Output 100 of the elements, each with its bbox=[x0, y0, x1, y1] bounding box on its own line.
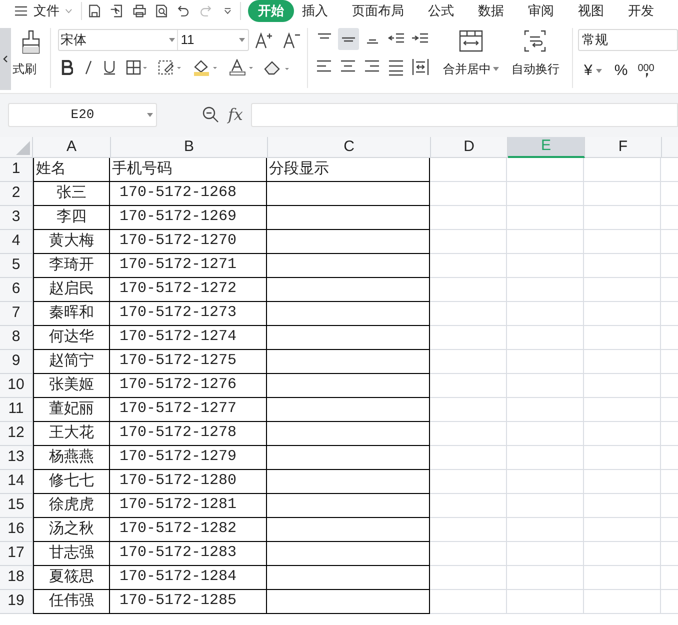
currency-button[interactable]: ¥ bbox=[584, 60, 592, 82]
wrap-text-button[interactable]: 自动换行 bbox=[511, 60, 560, 78]
function-button[interactable]: fx bbox=[228, 102, 243, 126]
caret-icon[interactable] bbox=[147, 112, 153, 116]
table-cell: 170-5172-1277 bbox=[110, 398, 267, 422]
italic-icon[interactable] bbox=[82, 60, 93, 75]
table-cell: 170-5172-1268 bbox=[110, 182, 267, 206]
table-cell: 任伟强 bbox=[33, 590, 110, 614]
table-cell: 170-5172-1271 bbox=[110, 254, 267, 278]
chevron-down-icon[interactable] bbox=[65, 8, 73, 14]
table-cell: 赵启民 bbox=[33, 278, 110, 302]
ribbon-tab[interactable]: 公式 bbox=[428, 1, 454, 21]
merge-center-button[interactable]: 合并居中 bbox=[443, 60, 500, 78]
cell-style-icon[interactable] bbox=[158, 60, 182, 75]
row-header[interactable]: 2 bbox=[0, 182, 33, 206]
table-cell: 170-5172-1278 bbox=[110, 422, 267, 446]
row-header[interactable]: 3 bbox=[0, 206, 33, 230]
increase-font-icon[interactable] bbox=[254, 31, 273, 49]
table-cell: 杨燕燕 bbox=[33, 446, 110, 470]
table-cell: 170-5172-1283 bbox=[110, 542, 267, 566]
table-cell: 甘志强 bbox=[33, 542, 110, 566]
table-cell: 汤之秋 bbox=[33, 518, 110, 542]
row-header[interactable]: 1 bbox=[0, 158, 33, 182]
print-icon[interactable] bbox=[132, 3, 146, 19]
eraser-icon[interactable] bbox=[264, 60, 290, 76]
print-preview-icon[interactable] bbox=[154, 3, 168, 19]
row-header[interactable]: 10 bbox=[0, 374, 33, 398]
wrap-text-icon[interactable] bbox=[524, 30, 546, 52]
row-header[interactable]: 16 bbox=[0, 518, 33, 542]
row-header[interactable]: 9 bbox=[0, 350, 33, 374]
row-header[interactable]: 14 bbox=[0, 470, 33, 494]
table-cell: 董妃丽 bbox=[33, 398, 110, 422]
ribbon-tab[interactable]: 视图 bbox=[578, 1, 604, 21]
row-header[interactable]: 15 bbox=[0, 494, 33, 518]
percent-button[interactable]: % bbox=[614, 60, 628, 82]
row-header[interactable]: 11 bbox=[0, 398, 33, 422]
borders-icon[interactable] bbox=[126, 60, 148, 75]
table-cell: 秦晖和 bbox=[33, 302, 110, 326]
formula-input[interactable] bbox=[250, 102, 678, 126]
bold-icon[interactable] bbox=[60, 60, 73, 75]
format-painter-label[interactable]: 式刷 bbox=[12, 60, 37, 78]
column-header[interactable]: B bbox=[111, 137, 268, 158]
format-painter-icon[interactable] bbox=[20, 30, 41, 54]
row-header[interactable]: 12 bbox=[0, 422, 33, 446]
caret-icon[interactable] bbox=[493, 67, 500, 71]
row-header[interactable]: 18 bbox=[0, 566, 33, 590]
table-cell: 何达华 bbox=[33, 326, 110, 350]
font-color-icon[interactable] bbox=[228, 59, 254, 76]
undo-icon[interactable] bbox=[176, 3, 190, 19]
number-format-select[interactable]: 常规 bbox=[578, 29, 678, 51]
table-cell: 夏筱思 bbox=[33, 566, 110, 590]
column-header[interactable]: A bbox=[33, 137, 111, 158]
align-middle-icon[interactable] bbox=[338, 28, 359, 50]
row-header[interactable]: 13 bbox=[0, 446, 33, 470]
row-header[interactable]: 4 bbox=[0, 230, 33, 254]
table-cell: 170-5172-1269 bbox=[110, 206, 267, 230]
table-cell: 黄大梅 bbox=[33, 230, 110, 254]
table-cell: 李四 bbox=[33, 206, 110, 230]
table-cell: 170-5172-1284 bbox=[110, 566, 267, 590]
row-header[interactable]: 19 bbox=[0, 590, 33, 614]
ribbon-tab[interactable]: 审阅 bbox=[528, 1, 554, 21]
table-cell: 170-5172-1270 bbox=[110, 230, 267, 254]
dropdown-icon[interactable] bbox=[596, 69, 602, 74]
ribbon-tab[interactable]: 数据 bbox=[478, 1, 504, 21]
table-cell: 170-5172-1280 bbox=[110, 470, 267, 494]
table-cell: 170-5172-1274 bbox=[110, 326, 267, 350]
name-box[interactable]: E20 bbox=[8, 102, 157, 126]
thousands-separator-button[interactable]: 000 bbox=[638, 64, 654, 78]
export-icon[interactable] bbox=[110, 3, 124, 19]
zoom-icon[interactable] bbox=[202, 106, 219, 123]
ribbon-tab[interactable]: 开发 bbox=[628, 1, 654, 21]
ribbon-tab[interactable]: 页面布局 bbox=[352, 1, 404, 21]
table-cell: 170-5172-1272 bbox=[110, 278, 267, 302]
file-menu[interactable]: 文件 bbox=[33, 1, 60, 21]
row-header[interactable]: 17 bbox=[0, 542, 33, 566]
underline-icon[interactable] bbox=[102, 60, 116, 75]
dropdown-icon[interactable] bbox=[224, 7, 232, 15]
table-cell: 赵简宁 bbox=[33, 350, 110, 374]
table-cell: 张美姬 bbox=[33, 374, 110, 398]
menu-icon[interactable] bbox=[15, 5, 28, 17]
row-header[interactable]: 6 bbox=[0, 278, 33, 302]
column-header[interactable]: C bbox=[268, 137, 431, 158]
table-cell: 修七七 bbox=[33, 470, 110, 494]
merge-center-icon[interactable] bbox=[459, 30, 484, 52]
table-cell: 170-5172-1281 bbox=[110, 494, 267, 518]
distributed-icon[interactable] bbox=[410, 56, 430, 78]
column-header[interactable]: F bbox=[585, 137, 662, 158]
row-header[interactable]: 7 bbox=[0, 302, 33, 326]
save-icon[interactable] bbox=[88, 3, 102, 19]
decrease-font-icon[interactable] bbox=[282, 31, 301, 49]
table-cell: 170-5172-1273 bbox=[110, 302, 267, 326]
table-cell: 170-5172-1282 bbox=[110, 518, 267, 542]
fill-color-icon[interactable] bbox=[192, 59, 218, 76]
comma-icon bbox=[644, 72, 648, 78]
row-header[interactable]: 8 bbox=[0, 326, 33, 350]
table-cell: 170-5172-1285 bbox=[110, 590, 267, 614]
table-cell: 徐虎虎 bbox=[33, 494, 110, 518]
table-cell: 姓名 bbox=[33, 158, 110, 182]
ribbon-tab[interactable]: 插入 bbox=[302, 1, 328, 21]
row-header[interactable]: 5 bbox=[0, 254, 33, 278]
